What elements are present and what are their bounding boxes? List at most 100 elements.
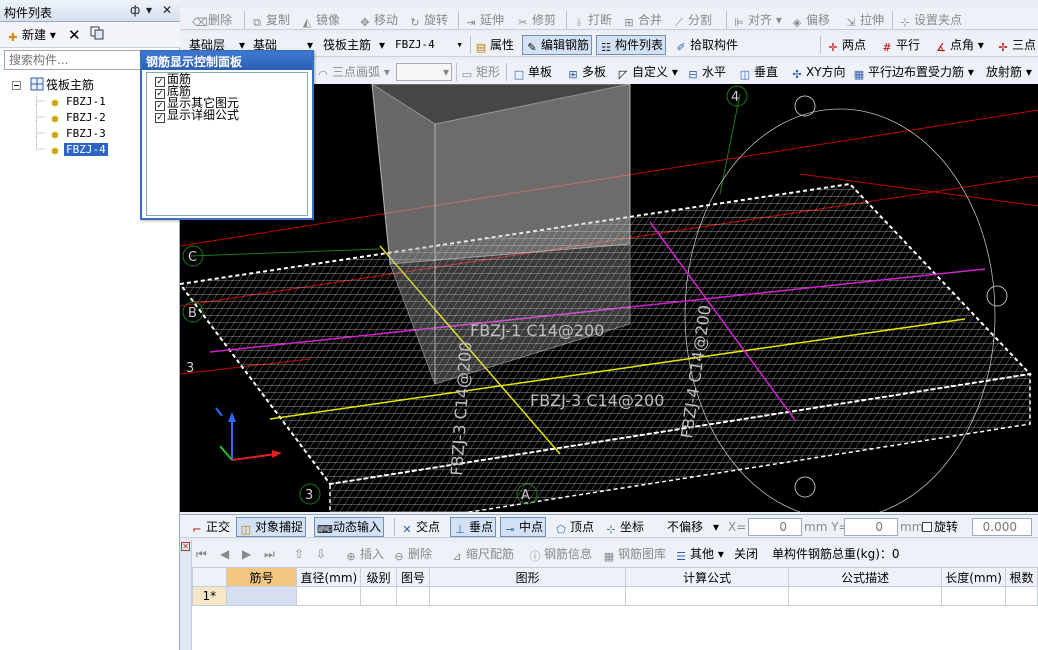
delete-row-button[interactable]: ⊖ 删除 (392, 544, 432, 564)
stretch-button[interactable]: ⇲ 拉伸 (844, 10, 884, 30)
multi-slab-button[interactable]: ⊞ 多板 (566, 62, 606, 82)
edit-rebar-button[interactable]: ✎ 编辑钢筋 (522, 35, 593, 55)
intersection-snap[interactable]: ✕ 交点 (400, 517, 440, 537)
tree-item-fbzj-4[interactable]: ✹ FBZJ-4 (48, 141, 108, 158)
close-table-button[interactable]: 关闭 (734, 544, 758, 564)
move-button[interactable]: ✥ 移动 (358, 10, 398, 30)
mirror-icon: ◭ (302, 16, 312, 29)
insert-row-button[interactable]: ⊕ 插入 (344, 544, 384, 564)
break-button[interactable]: ⫰ 打断 (572, 10, 612, 30)
close-grid-icon[interactable]: ✕ (181, 542, 190, 551)
cell-length[interactable] (941, 586, 1006, 606)
delete-button[interactable]: ⌫删除 (192, 10, 232, 30)
rebar-library-button[interactable]: ▦ 钢筋图库 (602, 544, 666, 564)
next-record-icon[interactable]: ▶ (242, 544, 251, 564)
tree-item-fbzj-1[interactable]: ✹ FBZJ-1 (48, 93, 108, 110)
close-icon[interactable]: ✕ (162, 3, 172, 17)
rotate-checkbox[interactable]: 旋转 (922, 517, 958, 537)
col-header-formula[interactable]: 计算公式 (625, 567, 790, 587)
copy-component-icon[interactable] (90, 26, 104, 44)
properties-button[interactable]: ▤ 属性 (474, 35, 514, 55)
parallel-edge-rebar-button[interactable]: ▦ 平行边布置受力筋 ▾ (852, 62, 974, 82)
offset-mode-select[interactable]: 不偏移 ▾ (662, 518, 722, 536)
type-select[interactable]: 筏板主筋 ▾ (318, 36, 388, 54)
grid-side-bar: ✕ (180, 540, 192, 650)
copy-button[interactable]: ⧉ 复制 (250, 10, 290, 30)
extend-button[interactable]: ⇥ 延伸 (464, 10, 504, 30)
chevron-down-icon: ▾ (442, 65, 449, 79)
set-grip-button[interactable]: ⊹ 设置夹点 (898, 10, 962, 30)
xy-direction-button[interactable]: ✣ XY方向 (790, 62, 845, 82)
ortho-toggle[interactable]: ⌐ 正交 (190, 517, 230, 537)
grip-handle[interactable] (986, 285, 1008, 307)
cell-formula[interactable] (625, 586, 790, 606)
col-header-count[interactable]: 根数 (1004, 567, 1038, 587)
component-list-button[interactable]: ☷ 构件列表 (596, 35, 667, 55)
delete-component-icon[interactable]: ✕ (68, 26, 81, 44)
scale-rebar-button[interactable]: ⊿ 缩尺配筋 (450, 544, 514, 564)
parallel-button[interactable]: # 平行 (880, 35, 920, 55)
cell-grade[interactable] (360, 586, 398, 606)
perpendicular-snap[interactable]: ⊥ 垂点 (450, 517, 497, 537)
col-header-length[interactable]: 长度(mm) (941, 567, 1006, 587)
move-up-icon[interactable]: ⇧ (294, 544, 304, 564)
single-slab-button[interactable]: □ 单板 (512, 62, 552, 82)
pin-icon[interactable]: ф (130, 3, 140, 17)
dynamic-input-toggle[interactable]: ⌨动态输入 (314, 517, 385, 537)
coordinate-snap[interactable]: ⊹ 坐标 (604, 517, 644, 537)
tree-root[interactable]: 筏板主筋 (12, 77, 94, 93)
tree-item-fbzj-2[interactable]: ✹ FBZJ-2 (48, 109, 108, 126)
rotate-button[interactable]: ↻ 旋转 (408, 10, 448, 30)
vertical-button[interactable]: ◫ 垂直 (738, 62, 778, 82)
col-header-shape-no[interactable]: 图号 (396, 567, 430, 587)
cell-formula-desc[interactable] (788, 586, 943, 606)
col-header-rebar-no[interactable]: 筋号 (225, 567, 298, 587)
move-down-icon[interactable]: ⇩ (316, 544, 326, 564)
tree-item-fbzj-3[interactable]: ✹ FBZJ-3 (48, 125, 108, 142)
grip-handle[interactable] (794, 95, 816, 117)
three-point-arc-button[interactable]: ◠ 三点画弧 ▾ (316, 62, 390, 82)
vertex-snap[interactable]: ⬠ 顶点 (554, 517, 594, 537)
cell-shape[interactable] (428, 586, 627, 606)
other-menu-button[interactable]: ☰ 其他 ▾ (674, 544, 724, 564)
prev-record-icon[interactable]: ◀ (220, 544, 229, 564)
component-select[interactable]: FBZJ-4 ▾ (390, 36, 466, 54)
panel-dropdown-icon[interactable]: ▾ (146, 3, 152, 17)
two-points-button[interactable]: ✛ 两点 (826, 35, 866, 55)
cell-shape-no[interactable] (396, 586, 430, 606)
row-header[interactable]: 1* (192, 586, 227, 606)
radial-rebar-button[interactable]: 放射筋 ▾ (986, 62, 1032, 82)
three-points-button[interactable]: ✢ 三点 (996, 35, 1036, 55)
grip-handle[interactable] (794, 476, 816, 498)
custom-button[interactable]: ◸ 自定义 ▾ (616, 62, 678, 82)
offset-button[interactable]: ◈ 偏移 (790, 10, 830, 30)
mirror-button[interactable]: ◭ 镜像 (300, 10, 340, 30)
midpoint-snap[interactable]: ⊸ 中点 (500, 517, 547, 537)
align-button[interactable]: ⊫ 对齐 ▾ (732, 10, 782, 30)
split-button[interactable]: ⟋ 分割 (672, 10, 712, 30)
show-detailed-formula-checkbox[interactable]: ✓ 显示详细公式 (155, 109, 307, 123)
x-input[interactable]: 0 (748, 518, 802, 536)
rect-button[interactable]: ▭ 矩形 (460, 62, 500, 82)
new-component-button[interactable]: ✚ 新建 ▾ (6, 26, 55, 44)
cell-count[interactable] (1004, 586, 1038, 606)
point-angle-button[interactable]: ∡ 点角 ▾ (934, 35, 984, 55)
col-header-shape[interactable]: 图形 (428, 567, 627, 587)
rebar-info-button[interactable]: ⓘ 钢筋信息 (528, 544, 593, 564)
pick-component-button[interactable]: ✐ 拾取构件 (674, 35, 738, 55)
last-record-icon[interactable]: ⏭ (264, 544, 275, 564)
col-header-grade[interactable]: 级别 (360, 567, 398, 587)
col-header-diameter[interactable]: 直径(mm) (296, 567, 362, 587)
horizontal-button[interactable]: ⊟ 水平 (686, 62, 726, 82)
object-snap-toggle[interactable]: ◫ 对象捕捉 (236, 517, 307, 537)
cell-rebar-no[interactable] (225, 586, 298, 606)
first-record-icon[interactable]: ⏮ (196, 544, 207, 564)
arc-mode-select[interactable]: ▾ (396, 63, 452, 81)
merge-button[interactable]: ⊞ 合并 (622, 10, 662, 30)
rotate-input[interactable]: 0.000 (972, 518, 1032, 536)
cell-diameter[interactable] (296, 586, 362, 606)
y-input[interactable]: 0 (844, 518, 898, 536)
col-header-formula-desc[interactable]: 公式描述 (788, 567, 943, 587)
table-row[interactable]: 1* (192, 586, 1038, 606)
trim-button[interactable]: ✂ 修剪 (516, 10, 556, 30)
